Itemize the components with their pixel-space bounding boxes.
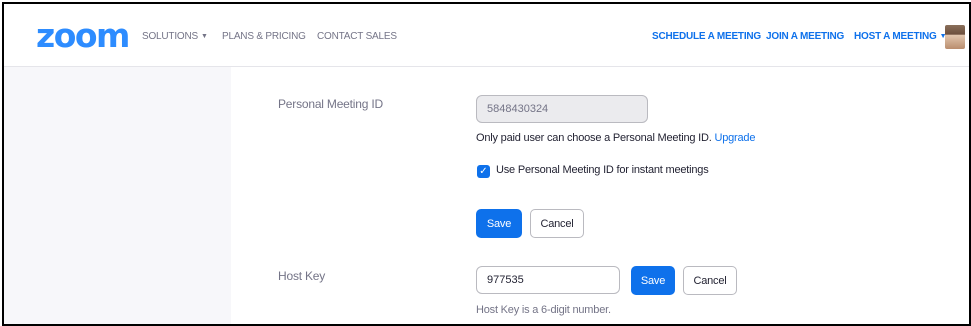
pmi-cancel-button[interactable]: Cancel [530, 209, 584, 238]
chevron-down-icon: ▼ [201, 33, 208, 40]
nav-schedule-meeting[interactable]: SCHEDULE A MEETING [652, 31, 761, 42]
host-key-label: Host Key [278, 269, 326, 283]
host-key-cancel-button[interactable]: Cancel [683, 266, 737, 295]
nav-host-meeting[interactable]: HOST A MEETING ▼ [854, 31, 947, 42]
browser-frame: zoom SOLUTIONS ▼ PLANS & PRICING CONTACT … [2, 2, 971, 326]
host-key-save-button[interactable]: Save [631, 266, 675, 295]
nav-solutions-label: SOLUTIONS [142, 31, 198, 42]
upgrade-link[interactable]: Upgrade [714, 132, 755, 144]
nav-host-meeting-label: HOST A MEETING [854, 31, 937, 42]
zoom-logo[interactable]: zoom [36, 16, 130, 55]
top-navigation: zoom SOLUTIONS ▼ PLANS & PRICING CONTACT … [4, 4, 969, 67]
nav-plans-pricing[interactable]: PLANS & PRICING [222, 31, 306, 42]
sidebar [4, 67, 231, 324]
pmi-note: Only paid user can choose a Personal Mee… [476, 132, 755, 144]
avatar[interactable] [945, 25, 965, 49]
pmi-save-button[interactable]: Save [476, 209, 522, 238]
nav-contact-sales[interactable]: CONTACT SALES [317, 31, 397, 42]
host-key-hint: Host Key is a 6-digit number. [476, 304, 611, 316]
nav-join-meeting[interactable]: JOIN A MEETING [766, 31, 844, 42]
pmi-instant-checkbox-label[interactable]: Use Personal Meeting ID for instant meet… [496, 164, 709, 176]
pmi-instant-checkbox[interactable]: ✓ [477, 165, 490, 178]
pmi-label: Personal Meeting ID [278, 97, 383, 111]
nav-solutions[interactable]: SOLUTIONS ▼ [142, 31, 208, 42]
host-key-input[interactable]: 977535 [476, 266, 620, 294]
pmi-input: 5848430324 [476, 95, 648, 123]
pmi-note-text: Only paid user can choose a Personal Mee… [476, 132, 712, 144]
